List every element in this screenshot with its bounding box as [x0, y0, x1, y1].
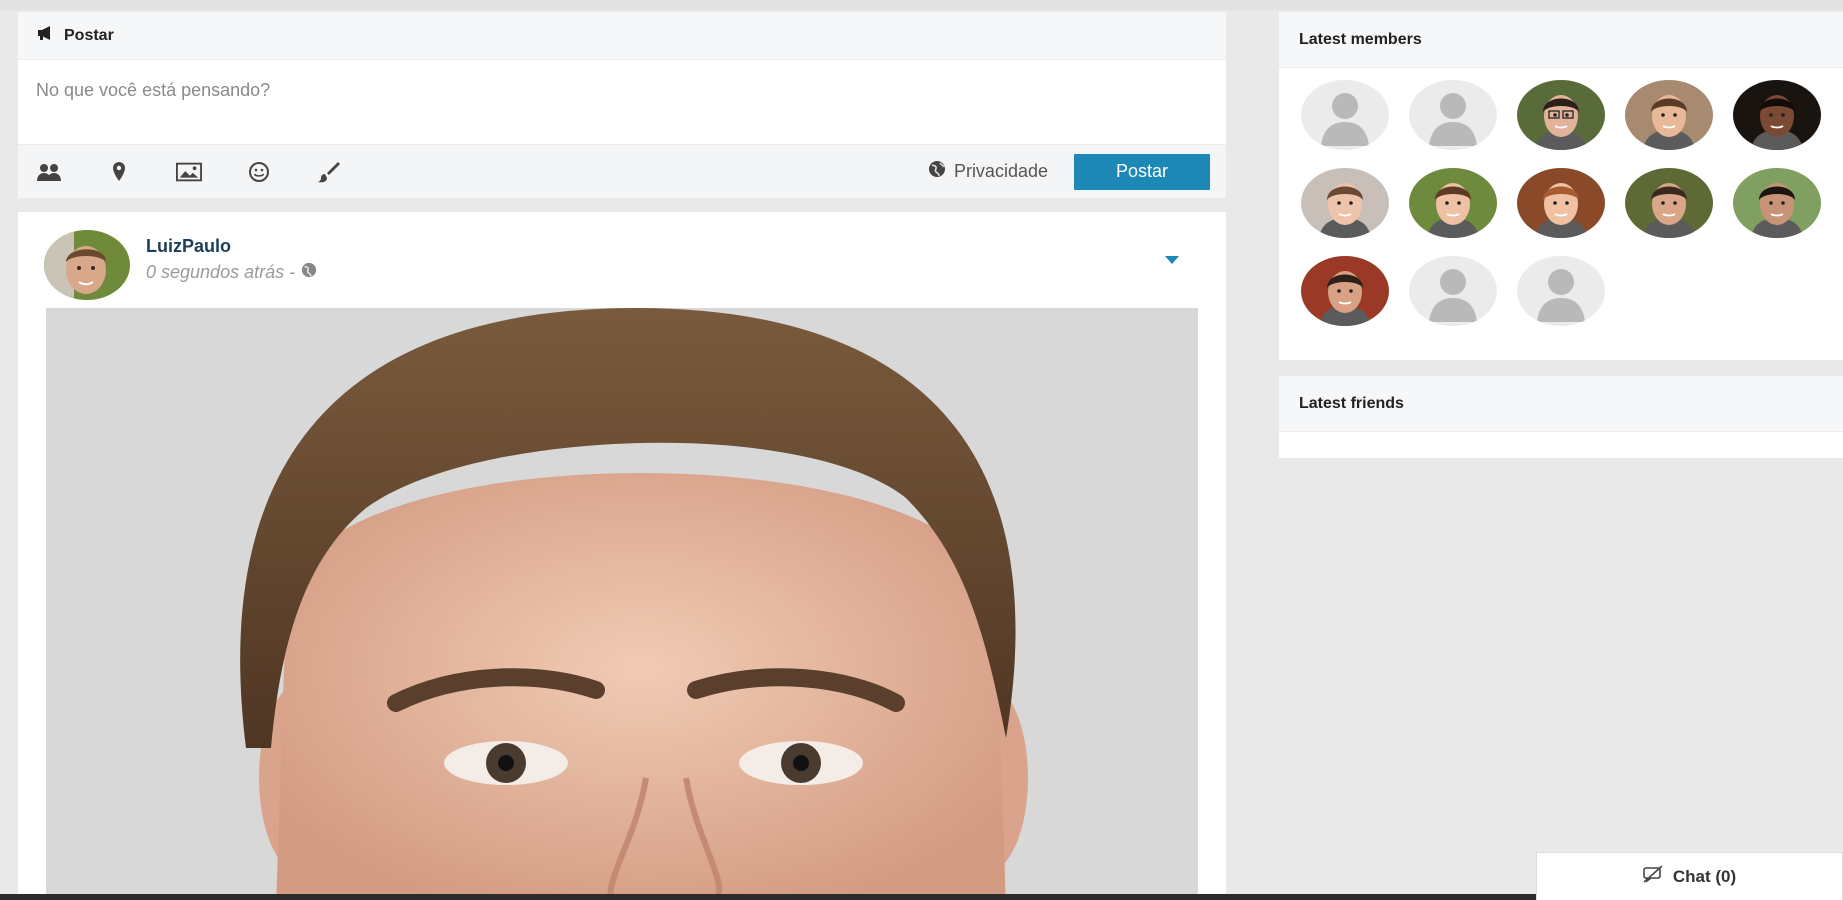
member-avatar-5[interactable] [1733, 80, 1821, 150]
member-avatar-13[interactable] [1517, 256, 1605, 326]
default-avatar-icon [1517, 256, 1605, 326]
member-avatar-11[interactable] [1301, 256, 1389, 326]
woman-brown-hair-avatar [1301, 168, 1389, 238]
feed-post: LuizPaulo 0 segundos atrás - [18, 212, 1226, 900]
globe-icon [928, 160, 946, 183]
woman-smiling-avatar [1409, 168, 1497, 238]
woman-glasses-avatar [1517, 80, 1605, 150]
latest-friends-widget: Latest friends [1279, 376, 1843, 458]
man-beard-avatar [1625, 168, 1713, 238]
author-avatar[interactable] [44, 230, 130, 300]
member-avatar-10[interactable] [1733, 168, 1821, 238]
latest-friends-title: Latest friends [1279, 376, 1843, 432]
friends-icon[interactable] [36, 159, 62, 185]
chevron-down-icon[interactable] [1162, 252, 1182, 268]
photo-icon[interactable] [176, 159, 202, 185]
man-smiling-avatar [1625, 80, 1713, 150]
member-avatar-4[interactable] [1625, 80, 1713, 150]
composer-header: Postar [18, 12, 1226, 60]
member-avatar-12[interactable] [1409, 256, 1497, 326]
latest-members-title: Latest members [1279, 12, 1843, 68]
default-avatar-icon [1301, 80, 1389, 150]
emoji-icon[interactable] [246, 159, 272, 185]
latest-members-widget: Latest members [1279, 12, 1843, 360]
post-composer: Postar No que você está pensando? Privac… [18, 12, 1226, 198]
member-avatar-grid [1279, 68, 1843, 358]
chat-label: Chat (0) [1672, 866, 1737, 886]
privacy-label: Privacidade [953, 161, 1048, 181]
status-input[interactable]: No que você está pensando? [18, 60, 1226, 144]
bottom-edge [0, 894, 1536, 900]
post-time-text: 0 segundos atrás - [146, 262, 296, 282]
brush-icon[interactable] [316, 159, 342, 185]
woman-red-hair-avatar [1517, 168, 1605, 238]
default-avatar-icon [1409, 80, 1497, 150]
post-author-link[interactable]: LuizPaulo [146, 236, 231, 257]
default-avatar-icon [1409, 256, 1497, 326]
chat-off-icon [1643, 865, 1663, 888]
man-red-background-avatar [1301, 256, 1389, 326]
member-avatar-8[interactable] [1517, 168, 1605, 238]
composer-title: Postar [64, 26, 114, 44]
chat-button[interactable]: Chat (0) [1536, 852, 1843, 900]
member-avatar-3[interactable] [1517, 80, 1605, 150]
top-strip [0, 0, 1843, 10]
privacy-selector[interactable]: Privacidade [928, 160, 1048, 183]
member-avatar-1[interactable] [1301, 80, 1389, 150]
post-timestamp: 0 segundos atrás - [146, 262, 317, 283]
composer-toolbar: Privacidade Postar [18, 144, 1226, 198]
post-button[interactable]: Postar [1074, 153, 1210, 190]
member-avatar-9[interactable] [1625, 168, 1713, 238]
woman-dark-hair-avatar [1733, 80, 1821, 150]
member-avatar-2[interactable] [1409, 80, 1497, 150]
man-dark-hair-avatar [1733, 168, 1821, 238]
megaphone-icon [36, 25, 56, 46]
member-avatar-6[interactable] [1301, 168, 1389, 238]
location-pin-icon[interactable] [106, 159, 132, 185]
post-photo[interactable] [46, 308, 1198, 900]
globe-icon [301, 262, 317, 283]
member-avatar-7[interactable] [1409, 168, 1497, 238]
